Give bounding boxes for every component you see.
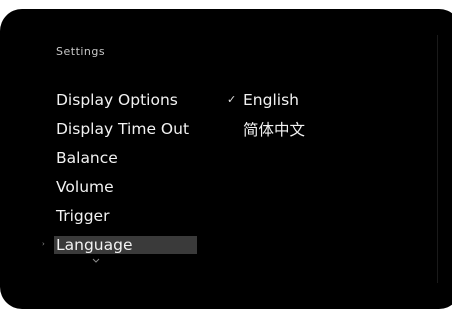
menu-item-label: Language xyxy=(56,235,133,254)
option-english[interactable]: ✓ English xyxy=(227,85,305,114)
option-label: 简体中文 xyxy=(243,120,306,139)
menu-item-label: Balance xyxy=(56,148,118,167)
menu-item-language[interactable]: › Language xyxy=(42,230,197,259)
chevron-down-icon[interactable] xyxy=(91,257,101,265)
menu-item-label: Display Options xyxy=(56,90,178,109)
settings-title: Settings xyxy=(56,45,106,58)
screen-divider xyxy=(437,35,438,283)
device-frame: Settings Display Options Display Time Ou… xyxy=(0,9,452,309)
settings-screen: Settings Display Options Display Time Ou… xyxy=(0,9,452,297)
menu-item-trigger[interactable]: Trigger xyxy=(51,201,197,230)
settings-menu: Display Options Display Time Out Balance… xyxy=(42,85,197,259)
menu-item-balance[interactable]: Balance xyxy=(51,143,197,172)
option-label: English xyxy=(243,90,299,109)
menu-item-volume[interactable]: Volume xyxy=(51,172,197,201)
menu-item-label: Display Time Out xyxy=(56,119,190,138)
language-options: ✓ English 简体中文 xyxy=(227,85,305,143)
check-icon: ✓ xyxy=(227,93,237,106)
option-simplified-chinese[interactable]: 简体中文 xyxy=(227,114,305,143)
menu-item-label: Trigger xyxy=(56,206,110,225)
menu-item-label: Volume xyxy=(56,177,114,196)
menu-item-display-options[interactable]: Display Options xyxy=(51,85,197,114)
selection-pointer-icon: › xyxy=(42,240,45,248)
menu-item-display-time-out[interactable]: Display Time Out xyxy=(51,114,197,143)
